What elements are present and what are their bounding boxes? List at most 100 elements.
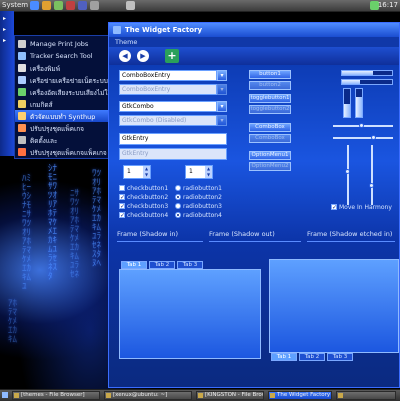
tab-2-bottom[interactable]: Tab 2 <box>299 353 325 361</box>
gtk-combo[interactable]: GtkCombo <box>119 101 217 112</box>
system-menu-button[interactable]: System <box>2 1 28 9</box>
submenu-item-label: ตัวจัดแบบทำ Synthup <box>30 113 96 121</box>
package-icon <box>18 124 26 132</box>
spin-button-1[interactable]: 1 ▲ ▼ <box>123 165 151 179</box>
window-icon[interactable] <box>113 26 121 34</box>
sync-icon <box>18 112 26 120</box>
combobox-entry-disabled: ComboBoxEntry <box>119 84 217 95</box>
window-icon <box>270 393 275 398</box>
tab-1-bottom[interactable]: Tab 1 <box>271 353 297 361</box>
spin-arrows-icon[interactable]: ▲ ▼ <box>143 166 150 178</box>
tab-2-top[interactable]: Tab 2 <box>149 261 175 269</box>
tab-3-top[interactable]: Tab 3 <box>177 261 203 269</box>
radio-button[interactable] <box>175 203 181 209</box>
submenu-item[interactable]: ปรับปรุงชุดแพ็คเกจแพ็คเกจ <box>15 146 111 158</box>
menu-arrow-icon[interactable]: ▸ <box>3 15 11 23</box>
menu-arrow-icon[interactable]: ▸ <box>3 26 11 34</box>
checkbox[interactable]: ✓ <box>119 194 125 201</box>
menu-theme[interactable]: Theme <box>115 38 137 46</box>
submenu-item[interactable]: Tracker Search Tool <box>15 50 111 62</box>
move-in-harmony-label: Move In Harmony <box>339 204 392 211</box>
taskbar-button[interactable]: The Widget Factory <box>268 391 332 400</box>
submenu-item[interactable]: เครื่องพิมพ์ <box>15 62 111 74</box>
taskbar-button[interactable]: [themes - File Browser] <box>12 391 100 400</box>
checkbox-label: checkbutton1 <box>127 185 169 192</box>
tab-3-bottom[interactable]: Tab 3 <box>327 353 353 361</box>
administration-submenu: Manage Print Jobs Tracker Search Tool เครื… <box>14 35 130 159</box>
radio-button[interactable] <box>175 194 181 200</box>
launcher-icon[interactable] <box>126 1 135 10</box>
add-button[interactable]: + <box>165 49 179 63</box>
gtk-entry-disabled: GtkEntry <box>119 148 227 160</box>
submenu-item[interactable]: ตัวจัดแบบทำ Synthup <box>15 110 111 122</box>
combobox-entry[interactable]: ComboBoxEntry <box>119 70 217 81</box>
checkbox[interactable]: ✓ <box>119 212 125 219</box>
vscale-2-knob[interactable] <box>369 183 374 188</box>
move-in-harmony-checkbox[interactable]: ✓ <box>331 204 337 211</box>
terminal-icon[interactable] <box>54 1 63 10</box>
top-panel: System 16:17 <box>0 0 400 12</box>
gtk-combo-dropdown-icon: ▾ <box>217 115 227 126</box>
checkbox[interactable] <box>119 185 125 191</box>
gtk-entry[interactable]: GtkEntry <box>119 133 227 145</box>
frame-shadow-in-label: Frame (Shadow in) <box>117 230 179 238</box>
taskbar-label: The Widget Factory <box>277 392 331 398</box>
window-titlebar[interactable]: The Widget Factory <box>109 23 399 37</box>
submenu-item[interactable]: เกมกิดส์ <box>15 98 111 110</box>
mail-icon[interactable] <box>42 1 51 10</box>
checkbox-label: checkbutton2 <box>127 194 169 201</box>
taskbar-label: [xenux@ubuntu: ~] <box>113 392 168 398</box>
frame-shadow-out-label: Frame (Shadow out) <box>209 230 275 238</box>
radio-label: radiobutton2 <box>183 194 222 201</box>
menu-arrow-icon[interactable]: ▸ <box>3 37 11 45</box>
forward-button[interactable]: ▶ <box>137 50 149 62</box>
gtk-combo-dropdown-icon[interactable]: ▾ <box>217 101 227 112</box>
vscale-1[interactable] <box>347 145 349 205</box>
tab-1-top[interactable]: Tab 1 <box>121 261 147 269</box>
progress-fill <box>356 97 362 117</box>
radio-label: radiobutton4 <box>183 212 222 219</box>
taskbar-button[interactable] <box>336 391 396 400</box>
frame-border <box>117 241 203 242</box>
vscale-1-knob[interactable] <box>345 169 350 174</box>
radio-button[interactable] <box>175 185 181 191</box>
spin-button-2[interactable]: 1 ▲ ▼ <box>185 165 213 179</box>
submenu-item[interactable]: Manage Print Jobs <box>15 38 111 50</box>
window-icon <box>106 393 111 398</box>
taskbar-button[interactable]: [xenux@ubuntu: ~] <box>104 391 192 400</box>
checkbox[interactable]: ✓ <box>119 203 125 210</box>
combobox-button[interactable]: ComboBox <box>249 123 291 132</box>
gtk-combo-disabled: GtkCombo (Disabled) <box>119 115 217 126</box>
browser-icon[interactable] <box>30 1 39 10</box>
games-icon <box>18 100 26 108</box>
spin-value: 1 <box>189 168 193 175</box>
back-button[interactable]: ◀ <box>119 50 131 62</box>
progress-bar-horizontal-1 <box>341 70 393 76</box>
radio-button[interactable] <box>175 212 181 218</box>
submenu-item[interactable]: เครื่องอัดเสียงระบบเสียงไม่ใช้ยังจังจ <box>15 86 130 98</box>
togglebutton1[interactable]: togglebutton1 <box>249 94 291 103</box>
option-menu-1[interactable]: OptionMenu1 <box>249 151 291 160</box>
radio-label: radiobutton1 <box>183 185 222 192</box>
combobox-dropdown-icon[interactable]: ▾ <box>217 70 227 81</box>
hscale-2[interactable] <box>333 137 393 139</box>
vscale-2[interactable] <box>371 145 373 205</box>
submenu-item[interactable]: ติดตั้งและ <box>15 134 111 146</box>
show-desktop-icon[interactable] <box>2 392 8 398</box>
taskbar-label: [KINGSTON - File Browser] <box>205 392 263 398</box>
submenu-item-label: ติดตั้งและ <box>30 137 58 145</box>
spin-arrows-icon[interactable]: ▲ ▼ <box>205 166 212 178</box>
progress-fill <box>344 104 350 117</box>
clock[interactable]: 16:17 <box>378 1 398 9</box>
files-icon[interactable] <box>90 1 99 10</box>
hscale-2-knob[interactable] <box>371 135 376 140</box>
hscale-1-knob[interactable] <box>359 123 364 128</box>
button1[interactable]: button1 <box>249 70 291 79</box>
submenu-item[interactable]: ปรับปรุงชุดแพ็คเกจ <box>15 122 111 134</box>
editor-icon[interactable] <box>78 1 87 10</box>
taskbar-button[interactable]: [KINGSTON - File Browser] <box>196 391 264 400</box>
matrix-rain-column: ﾊﾐﾋｰｳｼﾅﾓﾆｻﾜﾂｵﾘｱﾎﾃﾏｹﾒｴｶｷﾑﾕ <box>22 174 32 292</box>
media-icon[interactable] <box>66 1 75 10</box>
submenu-item[interactable]: เครือข่ายเครือข่ายเน็ตระบบบ <box>15 74 112 86</box>
radio-label: radiobutton3 <box>183 203 222 210</box>
